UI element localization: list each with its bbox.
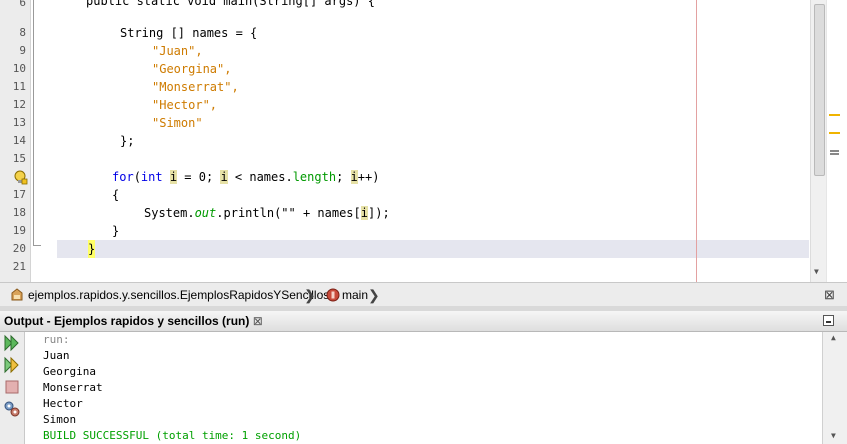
code-line: String [] names = { [120, 26, 258, 40]
output-toolbar [0, 332, 25, 444]
error-stripe[interactable] [826, 0, 847, 282]
code-token: .println("" + names[ [216, 206, 361, 220]
line-number: 19 [12, 224, 26, 237]
code-line-closing-brace: } [88, 240, 96, 258]
rerun-with-options-icon[interactable] [3, 356, 21, 374]
bulb-hint-icon[interactable] [14, 170, 28, 186]
variable-i: i [220, 170, 228, 184]
scroll-down-icon[interactable]: ▼ [831, 432, 836, 440]
line-number-gutter: 6 8 9 10 11 12 13 14 15 17 18 19 20 21 [0, 0, 31, 282]
variable-i: i [360, 206, 368, 220]
code-token: ]); [368, 206, 390, 220]
chevron-right-icon: ❯ [368, 287, 380, 303]
field-out: out [194, 206, 217, 220]
scroll-up-icon[interactable]: ▲ [831, 334, 836, 342]
line-number: 21 [12, 260, 26, 273]
navigation-breadcrumb: ejemplos.rapidos.y.sencillos.EjemplosRap… [0, 282, 847, 308]
editor-vertical-scrollbar[interactable]: ▼ [810, 0, 826, 282]
line-number: 6 [19, 0, 26, 9]
code-line: "Simon" [152, 116, 203, 130]
warning-mark[interactable] [829, 132, 840, 134]
rerun-icon[interactable] [3, 334, 21, 352]
code-token: < names. [227, 170, 293, 184]
code-line: { [112, 188, 120, 202]
output-window-header: Output - Ejemplos rapidos y sencillos (r… [0, 311, 847, 332]
line-number: 9 [19, 44, 26, 57]
variable-i: i [169, 170, 178, 184]
keyword: int [140, 170, 163, 184]
output-vertical-scrollbar[interactable]: ▲ ▼ [822, 332, 847, 444]
overview-mark [830, 150, 839, 155]
line-number: 20 [12, 242, 26, 255]
code-token: System. [144, 206, 195, 220]
method-icon [326, 288, 340, 302]
line-number: 8 [19, 26, 26, 39]
code-token: = 0; [177, 170, 221, 184]
code-line: "Monserrat", [152, 80, 239, 94]
line-number: 17 [12, 188, 26, 201]
code-line: "Georgina", [152, 62, 232, 76]
minimize-icon[interactable] [823, 315, 834, 326]
close-icon[interactable]: ⊠ [824, 283, 835, 307]
output-line: Hector [43, 397, 83, 410]
output-line-run: run: [43, 333, 70, 346]
breadcrumb-class-path[interactable]: ejemplos.rapidos.y.sencillos.EjemplosRap… [28, 283, 329, 307]
output-tab-label: Output - Ejemplos rapidos y sencillos (r… [4, 314, 250, 328]
keyword: for [112, 170, 134, 184]
scrollbar-thumb[interactable] [814, 4, 825, 176]
line-number: 14 [12, 134, 26, 147]
code-token: ; [336, 170, 351, 184]
code-line-println: System.out.println("" + names[i]); [144, 204, 390, 222]
code-line: } [112, 224, 120, 238]
code-token: ++) [357, 170, 380, 184]
output-line-build-status: BUILD SUCCESSFUL (total time: 1 second) [43, 429, 302, 442]
code-line-for: for(int i = 0; i < names.length; i++) [112, 168, 379, 186]
chevron-right-icon: ❯ [304, 287, 316, 303]
code-line: }; [120, 134, 135, 148]
code-line: "Juan", [152, 44, 203, 58]
line-number: 10 [12, 62, 26, 75]
line-number: 18 [12, 206, 26, 219]
line-number: 12 [12, 98, 26, 111]
line-number: 13 [12, 116, 26, 129]
breadcrumb-method[interactable]: main [342, 283, 368, 307]
code-text-area[interactable]: public static void main(String[] args) {… [40, 0, 810, 282]
close-icon[interactable]: ⊠ [253, 314, 263, 328]
output-line: Monserrat [43, 381, 103, 394]
line-number: 11 [12, 80, 26, 93]
variable-i: i [350, 170, 358, 184]
fold-guide [33, 0, 34, 245]
output-tab[interactable]: Output - Ejemplos rapidos y sencillos (r… [4, 311, 263, 331]
scroll-down-icon[interactable]: ▼ [814, 268, 819, 276]
output-line: Juan [43, 349, 70, 362]
warning-mark[interactable] [829, 114, 840, 116]
output-line: Georgina [43, 365, 96, 378]
code-editor[interactable]: 6 8 9 10 11 12 13 14 15 17 18 19 20 21 p… [0, 0, 847, 282]
output-console[interactable]: run: Juan Georgina Monserrat Hector Simo… [25, 332, 822, 444]
code-line: "Hector", [152, 98, 218, 112]
code-line-partial: public static void main(String[] args) { [86, 0, 375, 8]
class-icon [9, 287, 25, 303]
line-number: 15 [12, 152, 26, 165]
stop-icon[interactable] [3, 378, 21, 396]
field-length: length [292, 170, 337, 184]
settings-icon[interactable] [3, 400, 21, 418]
code-token: ( [133, 170, 141, 184]
output-line: Simon [43, 413, 77, 426]
